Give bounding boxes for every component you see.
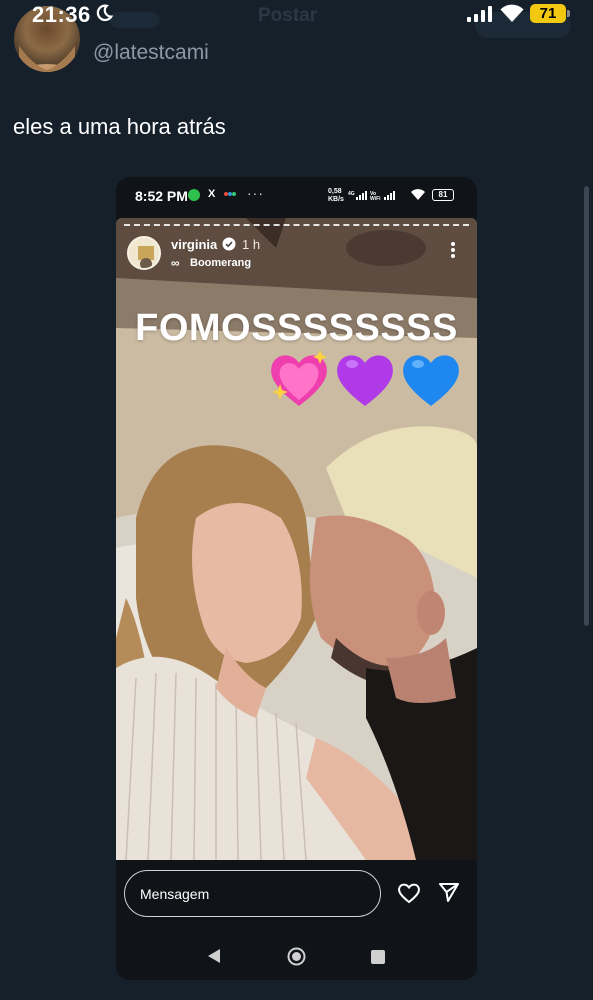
moon-icon bbox=[96, 4, 113, 22]
send-icon[interactable] bbox=[438, 881, 460, 903]
nav-back-icon[interactable] bbox=[207, 948, 221, 964]
svg-text:WiFi: WiFi bbox=[370, 196, 381, 200]
story-progress-bar bbox=[124, 224, 469, 226]
svg-text:4G: 4G bbox=[348, 191, 355, 197]
tweet-text: eles a uma hora atrás bbox=[13, 114, 226, 139]
tweet-media-image[interactable]: 8:52 PM X ··· 0,58 KB/s 4G Vo WiFi 81 vi… bbox=[116, 177, 477, 980]
tweet-author-handle[interactable]: @latestcami bbox=[93, 41, 209, 65]
embedded-status-bar: 8:52 PM X ··· 0,58 KB/s 4G Vo WiFi 81 bbox=[116, 177, 477, 217]
embedded-wifi-icon bbox=[411, 189, 425, 200]
story-overlay-text: FOMOSSSSSSSS bbox=[135, 307, 458, 349]
scrollbar[interactable] bbox=[584, 186, 589, 626]
more-notifications-icon: ··· bbox=[247, 185, 264, 201]
network-speed-unit: KB/s bbox=[328, 196, 344, 203]
more-options-icon[interactable] bbox=[450, 241, 456, 259]
app-notification-icon bbox=[224, 192, 236, 196]
x-app-icon: X bbox=[208, 188, 216, 200]
message-input[interactable] bbox=[124, 870, 381, 917]
story-reply-bar bbox=[116, 860, 477, 980]
embedded-signal-icon: 4G Vo WiFi bbox=[348, 191, 395, 200]
network-speed-value: 0,58 bbox=[328, 188, 342, 195]
story-author-avatar[interactable] bbox=[127, 236, 161, 270]
battery-indicator: 71 bbox=[530, 4, 566, 23]
wifi-icon bbox=[500, 4, 524, 22]
embedded-status-time: 8:52 PM bbox=[135, 188, 188, 204]
story-username[interactable]: virginia bbox=[171, 237, 217, 252]
story-view[interactable]: virginia 1 h ∞ Boomerang FOMOSSSSSSSS bbox=[116, 218, 477, 860]
signal-icon bbox=[467, 6, 492, 22]
story-effect-label[interactable]: Boomerang bbox=[190, 257, 251, 269]
system-status-bar: 21:36 71 bbox=[0, 0, 593, 30]
embedded-battery: 81 bbox=[432, 189, 454, 201]
like-heart-icon[interactable] bbox=[397, 882, 421, 904]
whatsapp-icon bbox=[188, 189, 200, 201]
verified-badge-icon bbox=[222, 237, 236, 251]
sparkling-heart-icon bbox=[271, 350, 327, 406]
battery-cap bbox=[567, 10, 570, 17]
blue-heart-icon bbox=[403, 355, 459, 406]
emoji-hearts bbox=[271, 350, 459, 406]
battery-level: 71 bbox=[539, 5, 557, 22]
nav-home-icon[interactable] bbox=[287, 947, 306, 966]
network-speed: 0,58 KB/s bbox=[328, 188, 344, 204]
nav-recent-apps-icon[interactable] bbox=[371, 950, 385, 964]
story-timestamp: 1 h bbox=[242, 237, 261, 252]
purple-heart-icon bbox=[337, 355, 393, 406]
boomerang-icon: ∞ bbox=[171, 256, 180, 270]
status-time: 21:36 bbox=[32, 2, 91, 27]
